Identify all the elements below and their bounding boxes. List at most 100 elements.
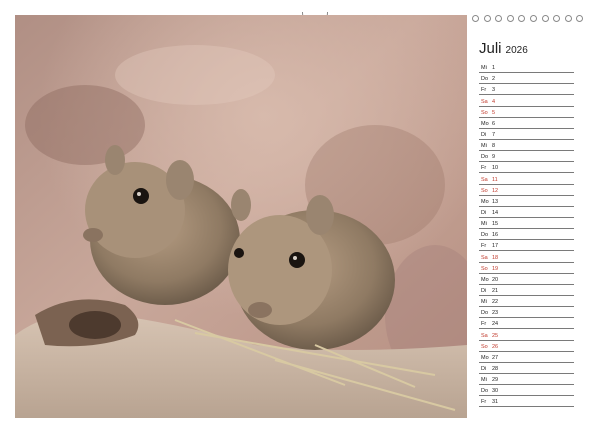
day-weekday: Sa [481, 98, 488, 105]
calendar-header: Juli 2026 [479, 40, 528, 57]
day-row: Fr 10 [479, 162, 574, 174]
day-row: Mi 8 [479, 140, 574, 152]
day-weekday: Do [481, 154, 489, 161]
day-number: 20 [492, 276, 499, 283]
day-number: 15 [492, 221, 499, 228]
day-number: 31 [492, 399, 499, 406]
day-row: Do 2 [479, 73, 574, 85]
day-weekday: So [481, 187, 488, 194]
day-weekday: Fr [481, 243, 487, 250]
day-weekday: Do [481, 76, 489, 83]
calendar-photo [15, 15, 467, 418]
day-row: Sa 18 [479, 251, 574, 263]
day-row: Mo 13 [479, 196, 574, 207]
day-row: Sa 11 [479, 173, 574, 185]
day-row: Mo 27 [479, 352, 574, 363]
day-weekday: Mo [481, 276, 489, 283]
day-row: Fr 3 [479, 84, 574, 96]
day-row: So 19 [479, 263, 574, 274]
day-weekday: Fr [481, 87, 487, 94]
day-row: Mi 15 [479, 218, 574, 230]
day-weekday: Mi [481, 377, 487, 384]
day-weekday: Sa [481, 254, 488, 261]
day-weekday: Do [481, 310, 489, 317]
day-weekday: Sa [481, 332, 488, 339]
day-row: Sa 25 [479, 329, 574, 341]
day-weekday: Di [481, 365, 487, 372]
day-list: Mi 1 Do 2 Fr 3 Sa 4 So 5 Mo 6 Di 7 Mi 8 Do 9 Fr 10 Sa 11 So 12 M… [479, 62, 574, 408]
day-weekday: Di [481, 209, 487, 216]
day-number: 8 [492, 143, 496, 150]
day-number: 6 [492, 120, 496, 127]
day-weekday: Do [481, 232, 489, 239]
day-number: 3 [492, 87, 496, 94]
day-row: Mi 22 [479, 296, 574, 308]
binding-hole [495, 15, 503, 22]
day-weekday: So [481, 109, 488, 116]
day-row: Mo 20 [479, 274, 574, 285]
day-row: Do 16 [479, 229, 574, 241]
binding-hole [576, 15, 584, 22]
day-row: So 26 [479, 341, 574, 352]
binding-hole [530, 15, 537, 22]
day-number: 18 [492, 254, 499, 261]
binding-hole [564, 15, 572, 22]
day-number: 30 [492, 388, 499, 395]
day-number: 11 [492, 176, 498, 183]
day-weekday: Mi [481, 65, 487, 72]
gerbils-photo [15, 15, 467, 418]
day-number: 13 [492, 198, 499, 205]
day-row: Fr 31 [479, 396, 574, 408]
binding-hole [518, 15, 526, 22]
day-weekday: Di [481, 131, 487, 138]
day-row: So 12 [479, 185, 574, 196]
day-weekday: Sa [481, 176, 488, 183]
binding-hole [483, 15, 491, 22]
day-weekday: Mo [481, 198, 489, 205]
day-weekday: Fr [481, 165, 487, 172]
day-row: Mo 6 [479, 118, 574, 129]
binding-hole [506, 15, 514, 22]
day-number: 27 [492, 354, 499, 361]
day-row: So 5 [479, 107, 574, 118]
day-row: Sa 4 [479, 95, 574, 107]
day-number: 21 [492, 287, 499, 294]
day-row: Fr 24 [479, 318, 574, 330]
day-weekday: Mi [481, 143, 487, 150]
day-row: Di 28 [479, 363, 574, 374]
day-row: Do 30 [479, 385, 574, 397]
binding-hole [541, 15, 549, 22]
day-row: Di 21 [479, 285, 574, 296]
month-name: Juli [479, 40, 502, 57]
day-row: Mi 1 [479, 62, 574, 74]
day-row: Fr 17 [479, 240, 574, 252]
calendar-page: Juli 2026 Mi 1 Do 2 Fr 3 Sa 4 So 5 Mo 6 Di 7 Mi 8 Do 9 Fr 1… [0, 0, 600, 432]
day-number: 7 [492, 131, 496, 138]
day-number: 26 [492, 343, 499, 350]
day-number: 24 [492, 321, 499, 328]
day-weekday: So [481, 265, 488, 272]
day-number: 4 [492, 98, 496, 105]
day-number: 12 [492, 187, 499, 194]
day-weekday: Mo [481, 120, 489, 127]
day-number: 19 [492, 265, 499, 272]
day-weekday: Mi [481, 299, 487, 306]
day-row: Di 14 [479, 207, 574, 218]
day-weekday: So [481, 343, 488, 350]
day-weekday: Do [481, 388, 489, 395]
day-number: 14 [492, 209, 499, 216]
day-number: 9 [492, 154, 496, 161]
day-number: 2 [492, 76, 496, 83]
day-number: 16 [492, 232, 499, 239]
day-weekday: Fr [481, 321, 487, 328]
day-row: Do 9 [479, 151, 574, 163]
day-row: Di 7 [479, 129, 574, 140]
day-number: 22 [492, 299, 499, 306]
day-row: Do 23 [479, 307, 574, 319]
binding-hole [553, 15, 561, 22]
day-weekday: Mo [481, 354, 489, 361]
day-row: Mi 29 [479, 374, 574, 386]
day-number: 28 [492, 365, 499, 372]
day-weekday: Fr [481, 399, 487, 406]
day-number: 23 [492, 310, 499, 317]
